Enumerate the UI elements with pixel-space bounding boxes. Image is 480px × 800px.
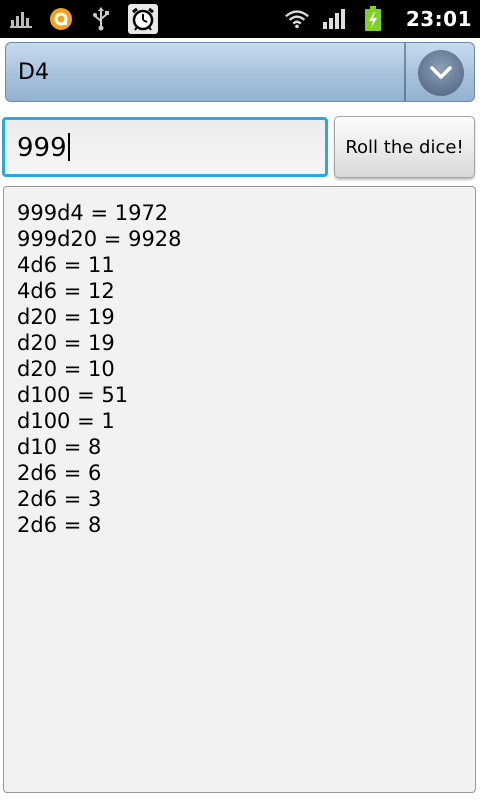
wifi-icon (284, 6, 310, 32)
result-item: d100 = 1 (17, 409, 115, 433)
app-notification-icon (48, 6, 74, 32)
result-item: d20 = 19 (17, 305, 115, 329)
spinner-divider (404, 43, 406, 101)
battery-charging-icon (360, 6, 386, 32)
clock-time: 23:01 (405, 7, 472, 31)
input-value-wrapper: 999 (17, 133, 70, 163)
result-item: 2d6 = 8 (17, 513, 102, 537)
alarm-clock-icon (128, 4, 158, 34)
input-value: 999 (17, 133, 67, 163)
result-item: d100 = 51 (17, 383, 129, 407)
dice-type-spinner[interactable]: D4 (5, 42, 475, 102)
signal-bars-icon (8, 6, 34, 32)
text-caret (67, 133, 70, 161)
results-ul: 999d4 = 1972 999d20 = 9928 4d6 = 11 4d6 = 1… (4, 187, 475, 538)
status-bar: 23:01 (0, 0, 480, 38)
result-item: 999d20 = 9928 (17, 227, 182, 251)
cell-signal-icon (322, 6, 348, 32)
result-item: 2d6 = 6 (17, 461, 102, 485)
result-item: 2d6 = 3 (17, 487, 102, 511)
usb-icon (88, 6, 114, 32)
result-item: 4d6 = 12 (17, 279, 115, 303)
result-item: d10 = 8 (17, 435, 102, 459)
spinner-selected-value: D4 (18, 60, 49, 85)
chevron-down-icon[interactable] (418, 50, 464, 96)
result-item: 999d4 = 1972 (17, 201, 169, 225)
results-list[interactable]: 999d4 = 1972 999d20 = 9928 4d6 = 11 4d6 = 1… (3, 186, 476, 793)
result-item: d20 = 19 (17, 331, 115, 355)
dice-count-input[interactable]: 999 (2, 117, 328, 177)
result-item: d20 = 10 (17, 357, 115, 381)
roll-dice-button[interactable]: Roll the dice! (334, 116, 475, 178)
result-item: 4d6 = 11 (17, 253, 115, 277)
